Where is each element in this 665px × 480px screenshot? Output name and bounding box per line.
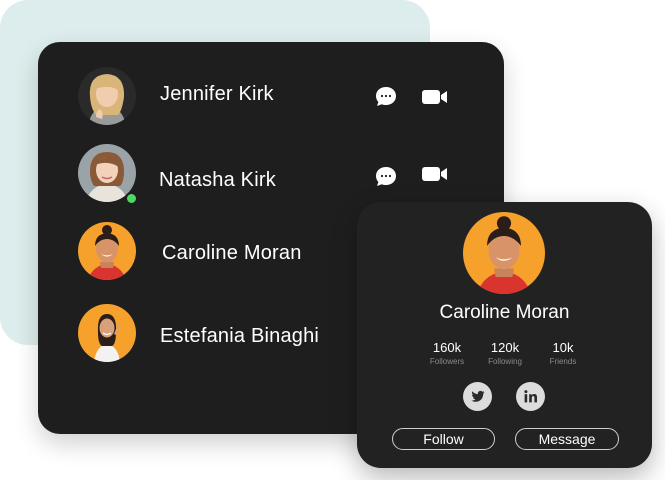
profile-name: Caroline Moran <box>439 302 570 323</box>
chat-button[interactable] <box>374 85 398 109</box>
contacts-widget: Jennifer Kirk Natasha Kirk Caroline Mora… <box>0 0 665 480</box>
chat-button[interactable] <box>374 165 398 189</box>
contact-name: Jennifer Kirk <box>160 83 274 105</box>
stat-label: Friends <box>549 357 577 366</box>
chat-bubble-icon <box>376 87 396 106</box>
contact-row[interactable]: Natasha Kirk <box>78 144 478 205</box>
video-camera-icon <box>422 90 447 104</box>
profile-card: Caroline Moran 160k Followers 120k Follo… <box>357 202 652 468</box>
video-call-button[interactable] <box>421 87 449 107</box>
profile-avatar[interactable] <box>463 212 545 294</box>
video-call-button[interactable] <box>421 164 449 184</box>
avatar[interactable] <box>78 222 136 280</box>
contact-name: Natasha Kirk <box>159 169 276 191</box>
follow-button[interactable]: Follow <box>392 428 495 450</box>
contact-row[interactable]: Jennifer Kirk <box>78 67 478 127</box>
stat-value: 10k <box>552 340 574 355</box>
online-indicator <box>125 192 138 205</box>
video-camera-icon <box>422 167 447 181</box>
contact-name: Estefania Binaghi <box>160 325 320 347</box>
avatar[interactable] <box>78 304 136 362</box>
avatar[interactable] <box>78 67 136 125</box>
twitter-icon <box>471 390 485 402</box>
stat-friends[interactable]: 10k Friends <box>528 340 598 368</box>
chat-bubble-icon <box>376 167 396 186</box>
linkedin-icon <box>524 390 537 403</box>
twitter-button[interactable] <box>463 382 492 411</box>
contact-name: Caroline Moran <box>162 242 302 264</box>
message-button[interactable]: Message <box>515 428 619 450</box>
linkedin-button[interactable] <box>516 382 545 411</box>
